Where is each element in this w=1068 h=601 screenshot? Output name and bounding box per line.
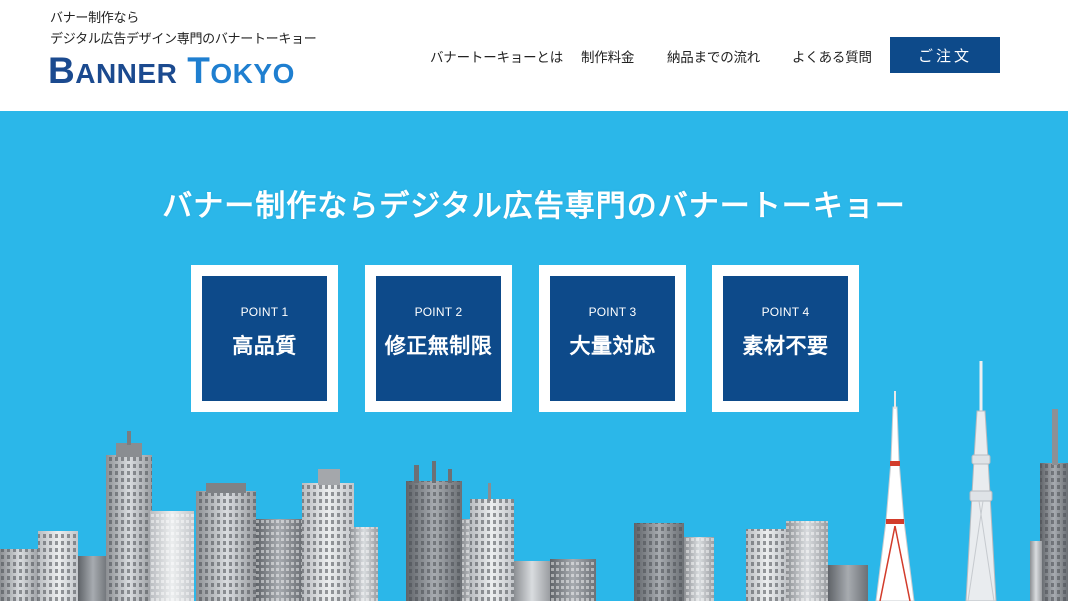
point-number: POINT 2 xyxy=(414,305,463,319)
logo-word-okyo: OKYO xyxy=(210,58,295,89)
logo-letter-b: B xyxy=(48,50,76,91)
header-tagline-line2: デジタル広告デザイン専門のバナートーキョー xyxy=(50,32,317,47)
nav-pricing[interactable]: 制作料金 xyxy=(581,46,634,66)
logo-letter-t: T xyxy=(187,50,211,91)
nav-about[interactable]: バナートーキョーとは xyxy=(430,46,563,66)
nav-delivery-flow[interactable]: 納品までの流れ xyxy=(667,46,760,66)
banner-tokyo-logo[interactable]: BANNER TOKYO xyxy=(48,52,295,92)
order-button[interactable]: ご注文 xyxy=(890,37,1000,73)
tokyo-skyline-illustration xyxy=(0,361,1068,601)
point-number: POINT 3 xyxy=(588,305,637,319)
point-number: POINT 4 xyxy=(761,305,810,319)
nav-faq[interactable]: よくある質問 xyxy=(792,46,872,66)
logo-word-anner: ANNER xyxy=(75,58,178,89)
header-tagline-line1: バナー制作なら xyxy=(50,11,139,26)
hero-title: バナー制作ならデジタル広告専門のバナートーキョー xyxy=(162,189,906,224)
hero-section: バナー制作ならデジタル広告専門のバナートーキョー POINT 1 高品質 POI… xyxy=(0,111,1068,601)
point-number: POINT 1 xyxy=(240,305,289,319)
site-header: バナー制作なら デジタル広告デザイン専門のバナートーキョー BANNER TOKY… xyxy=(0,0,1068,111)
